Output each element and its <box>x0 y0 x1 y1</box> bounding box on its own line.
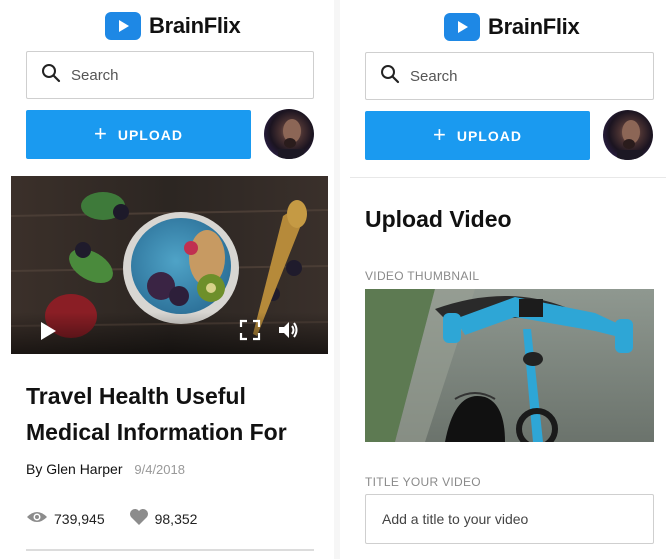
video-stats: 739,945 98,352 <box>26 508 221 529</box>
plus-icon: + <box>94 120 108 146</box>
search-input[interactable] <box>71 66 271 84</box>
search-bar[interactable] <box>26 51 314 99</box>
fullscreen-icon[interactable] <box>239 319 261 346</box>
video-title: Travel Health Useful Medical Information… <box>26 383 287 445</box>
thumbnail-label: VIDEO THUMBNAIL <box>365 269 480 283</box>
video-thumbnail[interactable] <box>365 289 654 442</box>
upload-button-label: UPLOAD <box>117 126 183 143</box>
search-icon <box>380 64 400 89</box>
author: By Glen Harper <box>26 461 123 477</box>
brand-logo[interactable]: BrainFlix <box>105 12 241 40</box>
upload-page-panel: BrainFlix + UPLOAD Upload Video VIDEO TH… <box>340 0 666 559</box>
publish-date: 9/4/2018 <box>134 462 185 477</box>
divider <box>350 177 666 178</box>
likes-count: 98,352 <box>154 510 198 527</box>
search-icon <box>41 63 61 88</box>
views-stat: 739,945 <box>26 510 105 527</box>
byline: By Glen Harper 9/4/2018 <box>26 461 185 477</box>
play-logo-icon <box>444 13 480 41</box>
thumbnail-image <box>365 289 654 442</box>
volume-icon[interactable] <box>277 319 299 346</box>
title-label: TITLE YOUR VIDEO <box>365 475 481 489</box>
brand-name: BrainFlix <box>488 14 580 39</box>
play-icon[interactable] <box>39 321 57 346</box>
video-player[interactable] <box>11 176 328 354</box>
plus-icon: + <box>433 121 447 147</box>
likes-stat[interactable]: 98,352 <box>129 508 198 529</box>
upload-button[interactable]: + UPLOAD <box>26 110 251 159</box>
brand-logo[interactable]: BrainFlix <box>444 13 580 41</box>
search-bar[interactable] <box>365 52 654 100</box>
brand-name: BrainFlix <box>149 13 241 38</box>
title-input[interactable] <box>365 494 654 544</box>
heart-icon[interactable] <box>129 508 149 529</box>
views-count: 739,945 <box>54 510 105 527</box>
search-input[interactable] <box>410 67 610 85</box>
avatar[interactable] <box>264 109 314 159</box>
upload-button[interactable]: + UPLOAD <box>365 111 590 160</box>
avatar[interactable] <box>603 110 653 160</box>
divider <box>26 549 314 551</box>
eye-icon <box>26 510 48 527</box>
play-logo-icon <box>105 12 141 40</box>
page-title: Upload Video <box>365 206 512 232</box>
video-page-panel: BrainFlix + UPLOAD <box>0 0 334 559</box>
upload-button-label: UPLOAD <box>456 127 522 144</box>
